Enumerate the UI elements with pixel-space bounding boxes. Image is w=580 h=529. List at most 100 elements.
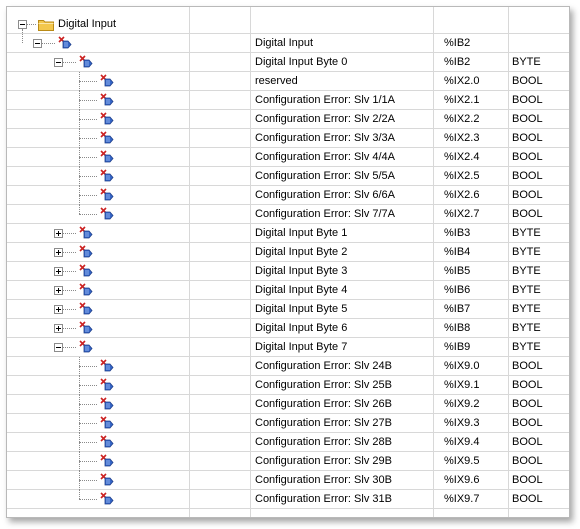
tree-connector: [63, 233, 76, 234]
address-cell: %IX2.1: [444, 94, 480, 106]
io-mapping-tree-table: Digital Input Digital Input %IB2 Digital I…: [7, 7, 569, 517]
plus-expander-icon[interactable]: [54, 286, 63, 295]
variable-name-cell: Digital Input Byte 4: [255, 284, 348, 296]
variable-name-cell: Digital Input Byte 5: [255, 303, 348, 315]
io-channel-icon: [100, 74, 114, 87]
table-row[interactable]: Configuration Error: Slv 31B %IX9.7 BOOL: [7, 490, 569, 509]
io-channel-icon: [79, 245, 93, 258]
address-cell: %IX2.6: [444, 189, 480, 201]
address-cell: %IX9.5: [444, 455, 480, 467]
type-cell: BOOL: [512, 398, 543, 410]
variable-name-cell: Configuration Error: Slv 27B: [255, 417, 392, 429]
tree-connector: [63, 62, 76, 63]
address-cell: %IX9.3: [444, 417, 480, 429]
table-row[interactable]: Digital Input Byte 3 %IB5 BYTE: [7, 262, 569, 281]
tree-connector: [79, 442, 97, 443]
type-cell: BOOL: [512, 360, 543, 372]
plus-expander-icon[interactable]: [54, 248, 63, 257]
tree-connector: [79, 490, 80, 499]
tree-connector: [79, 100, 97, 101]
table-row[interactable]: Configuration Error: Slv 3/3A %IX2.3 BOOL: [7, 129, 569, 148]
variable-name-cell: Configuration Error: Slv 25B: [255, 379, 392, 391]
table-row[interactable]: Digital Input Byte 5 %IB7 BYTE: [7, 300, 569, 319]
type-cell: BOOL: [512, 436, 543, 448]
table-row[interactable]: Configuration Error: Slv 29B %IX9.5 BOOL: [7, 452, 569, 471]
variable-name-cell: reserved: [255, 75, 298, 87]
address-cell: %IB6: [444, 284, 471, 296]
table-row[interactable]: Configuration Error: Slv 2/2A %IX2.2 BOOL: [7, 110, 569, 129]
variable-name-cell: Configuration Error: Slv 28B: [255, 436, 392, 448]
io-channel-icon: [79, 226, 93, 239]
io-channel-icon: [100, 435, 114, 448]
address-cell: %IX9.0: [444, 360, 480, 372]
type-cell: BOOL: [512, 417, 543, 429]
address-cell: %IX2.4: [444, 151, 480, 163]
address-cell: %IX2.2: [444, 113, 480, 125]
table-row[interactable]: Digital Input Byte 7 %IB9 BYTE: [7, 338, 569, 357]
table-row[interactable]: Digital Input Byte 2 %IB4 BYTE: [7, 243, 569, 262]
table-row[interactable]: Configuration Error: Slv 24B %IX9.0 BOOL: [7, 357, 569, 376]
type-cell: BYTE: [512, 341, 541, 353]
tree-connector: [22, 29, 23, 43]
address-cell: %IB9: [444, 341, 471, 353]
plus-expander-icon[interactable]: [54, 267, 63, 276]
table-row[interactable]: Configuration Error: Slv 1/1A %IX2.1 BOOL: [7, 91, 569, 110]
variable-name-cell: Configuration Error: Slv 29B: [255, 455, 392, 467]
type-cell: BOOL: [512, 455, 543, 467]
table-row[interactable]: Configuration Error: Slv 7/7A %IX2.7 BOOL: [7, 205, 569, 224]
io-channel-icon: [100, 169, 114, 182]
table-row[interactable]: Configuration Error: Slv 27B %IX9.3 BOOL: [7, 414, 569, 433]
variable-name-cell: Configuration Error: Slv 31B: [255, 493, 392, 505]
variable-name-cell: Digital Input Byte 1: [255, 227, 348, 239]
io-channel-icon: [100, 359, 114, 372]
tree-connector: [79, 366, 97, 367]
variable-name-cell: Configuration Error: Slv 4/4A: [255, 151, 396, 163]
table-row[interactable]: Digital Input Byte 1 %IB3 BYTE: [7, 224, 569, 243]
type-cell: BOOL: [512, 189, 543, 201]
tree-connector: [27, 24, 36, 25]
table-row[interactable]: Configuration Error: Slv 6/6A %IX2.6 BOOL: [7, 186, 569, 205]
variable-name-cell: Configuration Error: Slv 6/6A: [255, 189, 396, 201]
variable-name-cell: Digital Input Byte 2: [255, 246, 348, 258]
address-cell: %IX9.7: [444, 493, 480, 505]
tree-root-row[interactable]: Digital Input: [7, 15, 569, 34]
type-cell: BYTE: [512, 322, 541, 334]
type-cell: BOOL: [512, 75, 543, 87]
table-row[interactable]: Digital Input Byte 4 %IB6 BYTE: [7, 281, 569, 300]
address-cell: %IB7: [444, 303, 471, 315]
table-row[interactable]: Configuration Error: Slv 4/4A %IX2.4 BOOL: [7, 148, 569, 167]
table-row[interactable]: Configuration Error: Slv 26B %IX9.2 BOOL: [7, 395, 569, 414]
tree-connector: [79, 138, 97, 139]
tree-connector: [79, 385, 97, 386]
minus-expander-icon[interactable]: [54, 58, 63, 67]
table-row[interactable]: Configuration Error: Slv 25B %IX9.1 BOOL: [7, 376, 569, 395]
variable-name-cell: Configuration Error: Slv 7/7A: [255, 208, 396, 220]
variable-name-cell: Digital Input Byte 0: [255, 56, 348, 68]
minus-expander-icon[interactable]: [33, 39, 42, 48]
table-row[interactable]: Digital Input %IB2: [7, 34, 569, 53]
plus-expander-icon[interactable]: [54, 229, 63, 238]
minus-expander-icon[interactable]: [54, 343, 63, 352]
table-row[interactable]: Configuration Error: Slv 28B %IX9.4 BOOL: [7, 433, 569, 452]
tree-connector: [63, 271, 76, 272]
table-row[interactable]: Digital Input Byte 0 %IB2 BYTE: [7, 53, 569, 72]
type-cell: BOOL: [512, 132, 543, 144]
table-row[interactable]: Configuration Error: Slv 5/5A %IX2.5 BOOL: [7, 167, 569, 186]
plus-expander-icon[interactable]: [54, 305, 63, 314]
table-row[interactable]: Digital Input Byte 6 %IB8 BYTE: [7, 319, 569, 338]
collapse-expander-icon[interactable]: [18, 20, 27, 29]
tree-connector: [63, 290, 76, 291]
tree-connector: [79, 480, 97, 481]
io-channel-icon: [58, 36, 72, 49]
variable-name-cell: Configuration Error: Slv 26B: [255, 398, 392, 410]
io-channel-icon: [100, 207, 114, 220]
io-channel-icon: [79, 55, 93, 68]
address-cell: %IB4: [444, 246, 471, 258]
table-row[interactable]: Configuration Error: Slv 30B %IX9.6 BOOL: [7, 471, 569, 490]
variable-name-cell: Digital Input Byte 3: [255, 265, 348, 277]
type-cell: BOOL: [512, 113, 543, 125]
io-channel-icon: [79, 283, 93, 296]
plus-expander-icon[interactable]: [54, 324, 63, 333]
table-row[interactable]: reserved %IX2.0 BOOL: [7, 72, 569, 91]
io-channel-icon: [100, 397, 114, 410]
